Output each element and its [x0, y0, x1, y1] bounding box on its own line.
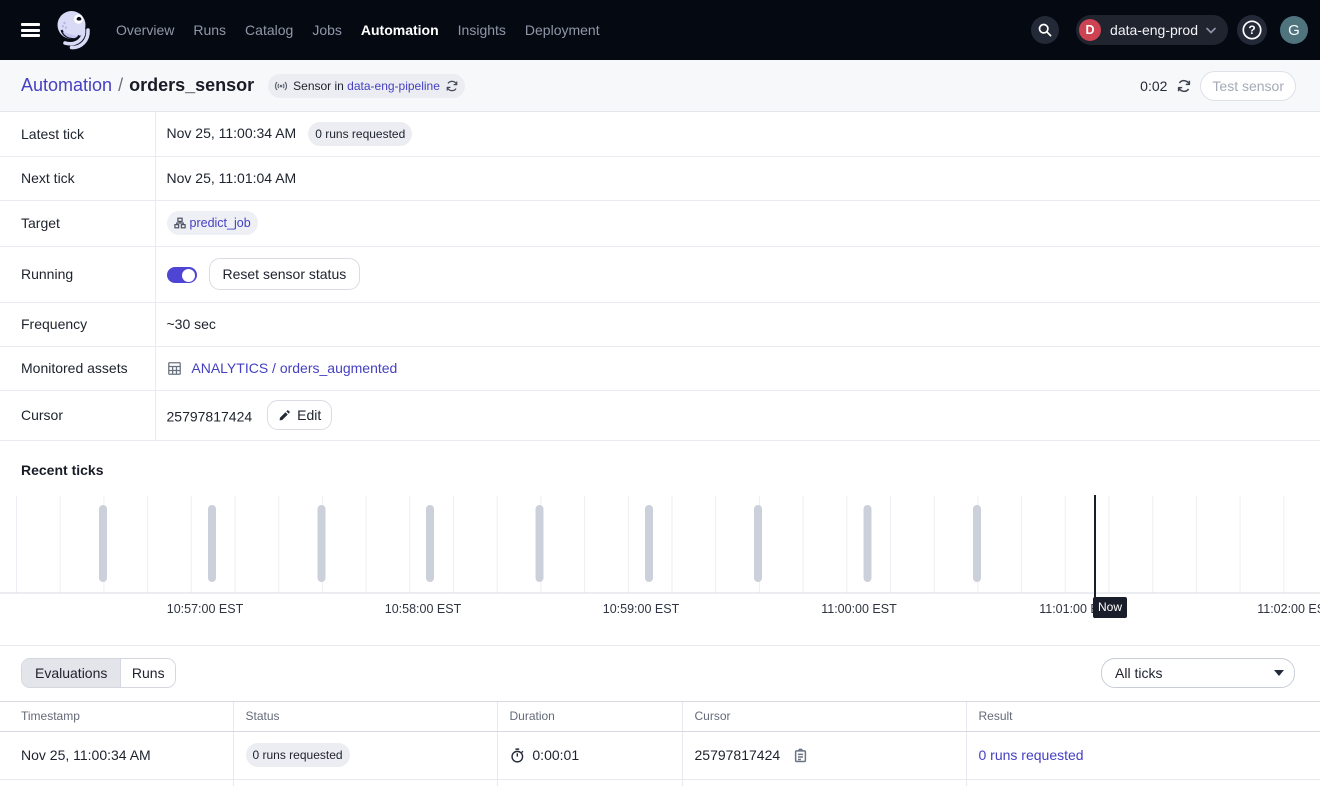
- svg-text:11:02:00 EST: 11:02:00 EST: [1257, 602, 1320, 616]
- svg-text:?: ?: [1248, 23, 1255, 37]
- svg-text:10:57:00 EST: 10:57:00 EST: [167, 602, 244, 616]
- svg-text:10:58:00 EST: 10:58:00 EST: [385, 602, 462, 616]
- svg-text:10:59:00 EST: 10:59:00 EST: [603, 602, 680, 616]
- svg-text:11:00:00 EST: 11:00:00 EST: [821, 602, 897, 616]
